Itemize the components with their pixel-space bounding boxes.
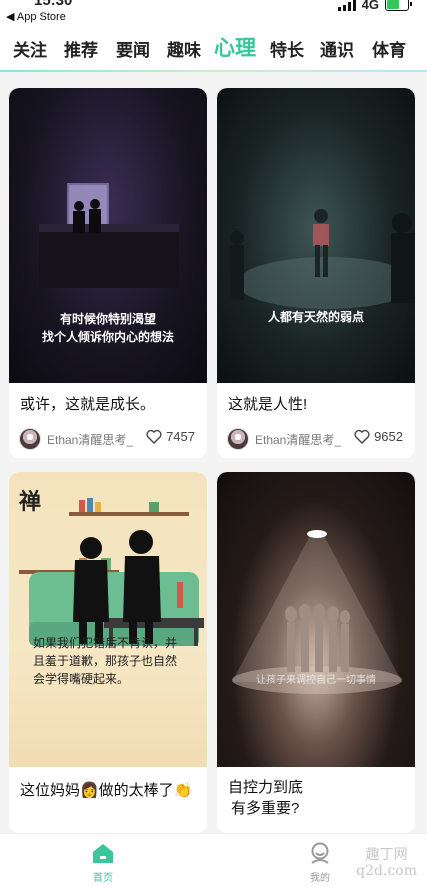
status-indicators: 4G [337, 0, 412, 12]
like-count[interactable]: 7457 [146, 429, 195, 444]
sofa-scene-image [19, 498, 204, 646]
thumbnail-caption: 让孩子来调控自己一切事情 [217, 672, 415, 690]
caption-line: 有时候你特别渴望 [59, 312, 156, 326]
caption-line: 如果我们犯错后不肯认，并 [33, 636, 178, 650]
video-thumbnail[interactable]: 禅 如果我们犯错后不肯认，并 且羞于道歉，那孩子也自然 会学得嘴硬起来。 [9, 472, 207, 767]
tab-news[interactable]: 要闻 [116, 36, 150, 61]
like-number: 7457 [166, 429, 195, 444]
tab-general-knowledge[interactable]: 通识 [320, 36, 354, 61]
video-card[interactable]: 禅 如果我们犯错后不肯认，并 且羞于道歉，那孩子也自然 会学得嘴硬起来。 这位妈… [9, 472, 207, 833]
video-card[interactable]: 人都有天然的弱点 这就是人性! Ethan清醒思考_ 9652 [217, 88, 415, 458]
network-label: 4G [361, 0, 379, 12]
site-watermark: 趣丁网 q2d.com [356, 847, 417, 879]
image-lettering: 禅 [19, 489, 42, 514]
watermark-line: 趣丁网 [365, 847, 408, 863]
card-title[interactable]: 这就是人性! [228, 393, 307, 414]
nav-home-label: 首页 [93, 873, 113, 884]
author-name: Ethan清醒思考_ [255, 432, 342, 447]
avatar [19, 428, 41, 450]
thumbnail-caption: 人都有天然的弱点 [217, 308, 415, 326]
status-time: 15:30 [34, 0, 73, 9]
card-author[interactable]: Ethan清醒思考_ [227, 428, 341, 450]
author-name: Ethan清醒思考_ [47, 432, 134, 447]
caption-line: 且羞于道歉，那孩子也自然 [33, 654, 178, 668]
figure-scene-image [230, 209, 415, 309]
card-title[interactable]: 自控力到底 有多重要? [228, 777, 303, 819]
card-author[interactable]: Ethan清醒思考_ [19, 428, 133, 450]
card-title[interactable]: 这位妈妈👩做的太棒了👏 [20, 779, 192, 800]
card-title-line: 有多重要? [231, 800, 300, 817]
back-to-app-store-link[interactable]: ◀ App Store [6, 10, 66, 23]
video-thumbnail[interactable]: 有时候你特别渴望 找个人倾诉你内心的想法 [9, 88, 207, 383]
caption-line: 找个人倾诉你内心的想法 [41, 330, 174, 344]
tab-talent[interactable]: 特长 [270, 36, 304, 61]
video-card[interactable]: 让孩子来调控自己一切事情 自控力到底 有多重要? [217, 472, 415, 833]
video-thumbnail[interactable]: 人都有天然的弱点 [217, 88, 415, 383]
like-count[interactable]: 9652 [354, 429, 403, 444]
signal-icon [337, 0, 356, 11]
video-card[interactable]: 有时候你特别渴望 找个人倾诉你内心的想法 或许，这就是成长。 Ethan清醒思考… [9, 88, 207, 458]
nav-mine-label: 我的 [310, 873, 330, 884]
user-icon [311, 842, 329, 864]
caption-line: 人都有天然的弱点 [267, 310, 364, 324]
video-thumbnail[interactable]: 让孩子来调控自己一切事情 [217, 472, 415, 767]
tab-sports[interactable]: 体育 [372, 36, 406, 61]
avatar [227, 428, 249, 450]
thumbnail-caption: 如果我们犯错后不肯认，并 且羞于道歉，那孩子也自然 会学得嘴硬起来。 [33, 634, 203, 688]
spotlight-aliens-image [232, 530, 402, 694]
home-icon [93, 844, 113, 863]
category-tabs: 关注 推荐 要闻 趣味 心理 特长 通识 体育 [0, 26, 427, 70]
like-number: 9652 [374, 429, 403, 444]
heart-icon [354, 429, 370, 444]
nav-home[interactable]: 首页 [73, 842, 133, 884]
battery-icon [385, 0, 412, 11]
tab-follow[interactable]: 关注 [13, 36, 47, 61]
caption-line: 让孩子来调控自己一切事情 [256, 675, 376, 686]
tab-fun[interactable]: 趣味 [167, 36, 201, 61]
heart-icon [146, 429, 162, 444]
card-title-line: 自控力到底 [228, 779, 304, 796]
tab-psychology[interactable]: 心理 [214, 32, 256, 62]
tab-recommend[interactable]: 推荐 [64, 36, 98, 61]
thumbnail-caption: 有时候你特别渴望 找个人倾诉你内心的想法 [9, 310, 207, 346]
status-bar: 15:30 ◀ App Store 4G [0, 0, 427, 26]
tab-divider [0, 70, 427, 72]
watermark-line: q2d.com [356, 863, 417, 879]
caption-line: 会学得嘴硬起来。 [33, 672, 130, 686]
card-title[interactable]: 或许，这就是成长。 [20, 393, 155, 414]
nav-mine[interactable]: 我的 [290, 842, 350, 884]
